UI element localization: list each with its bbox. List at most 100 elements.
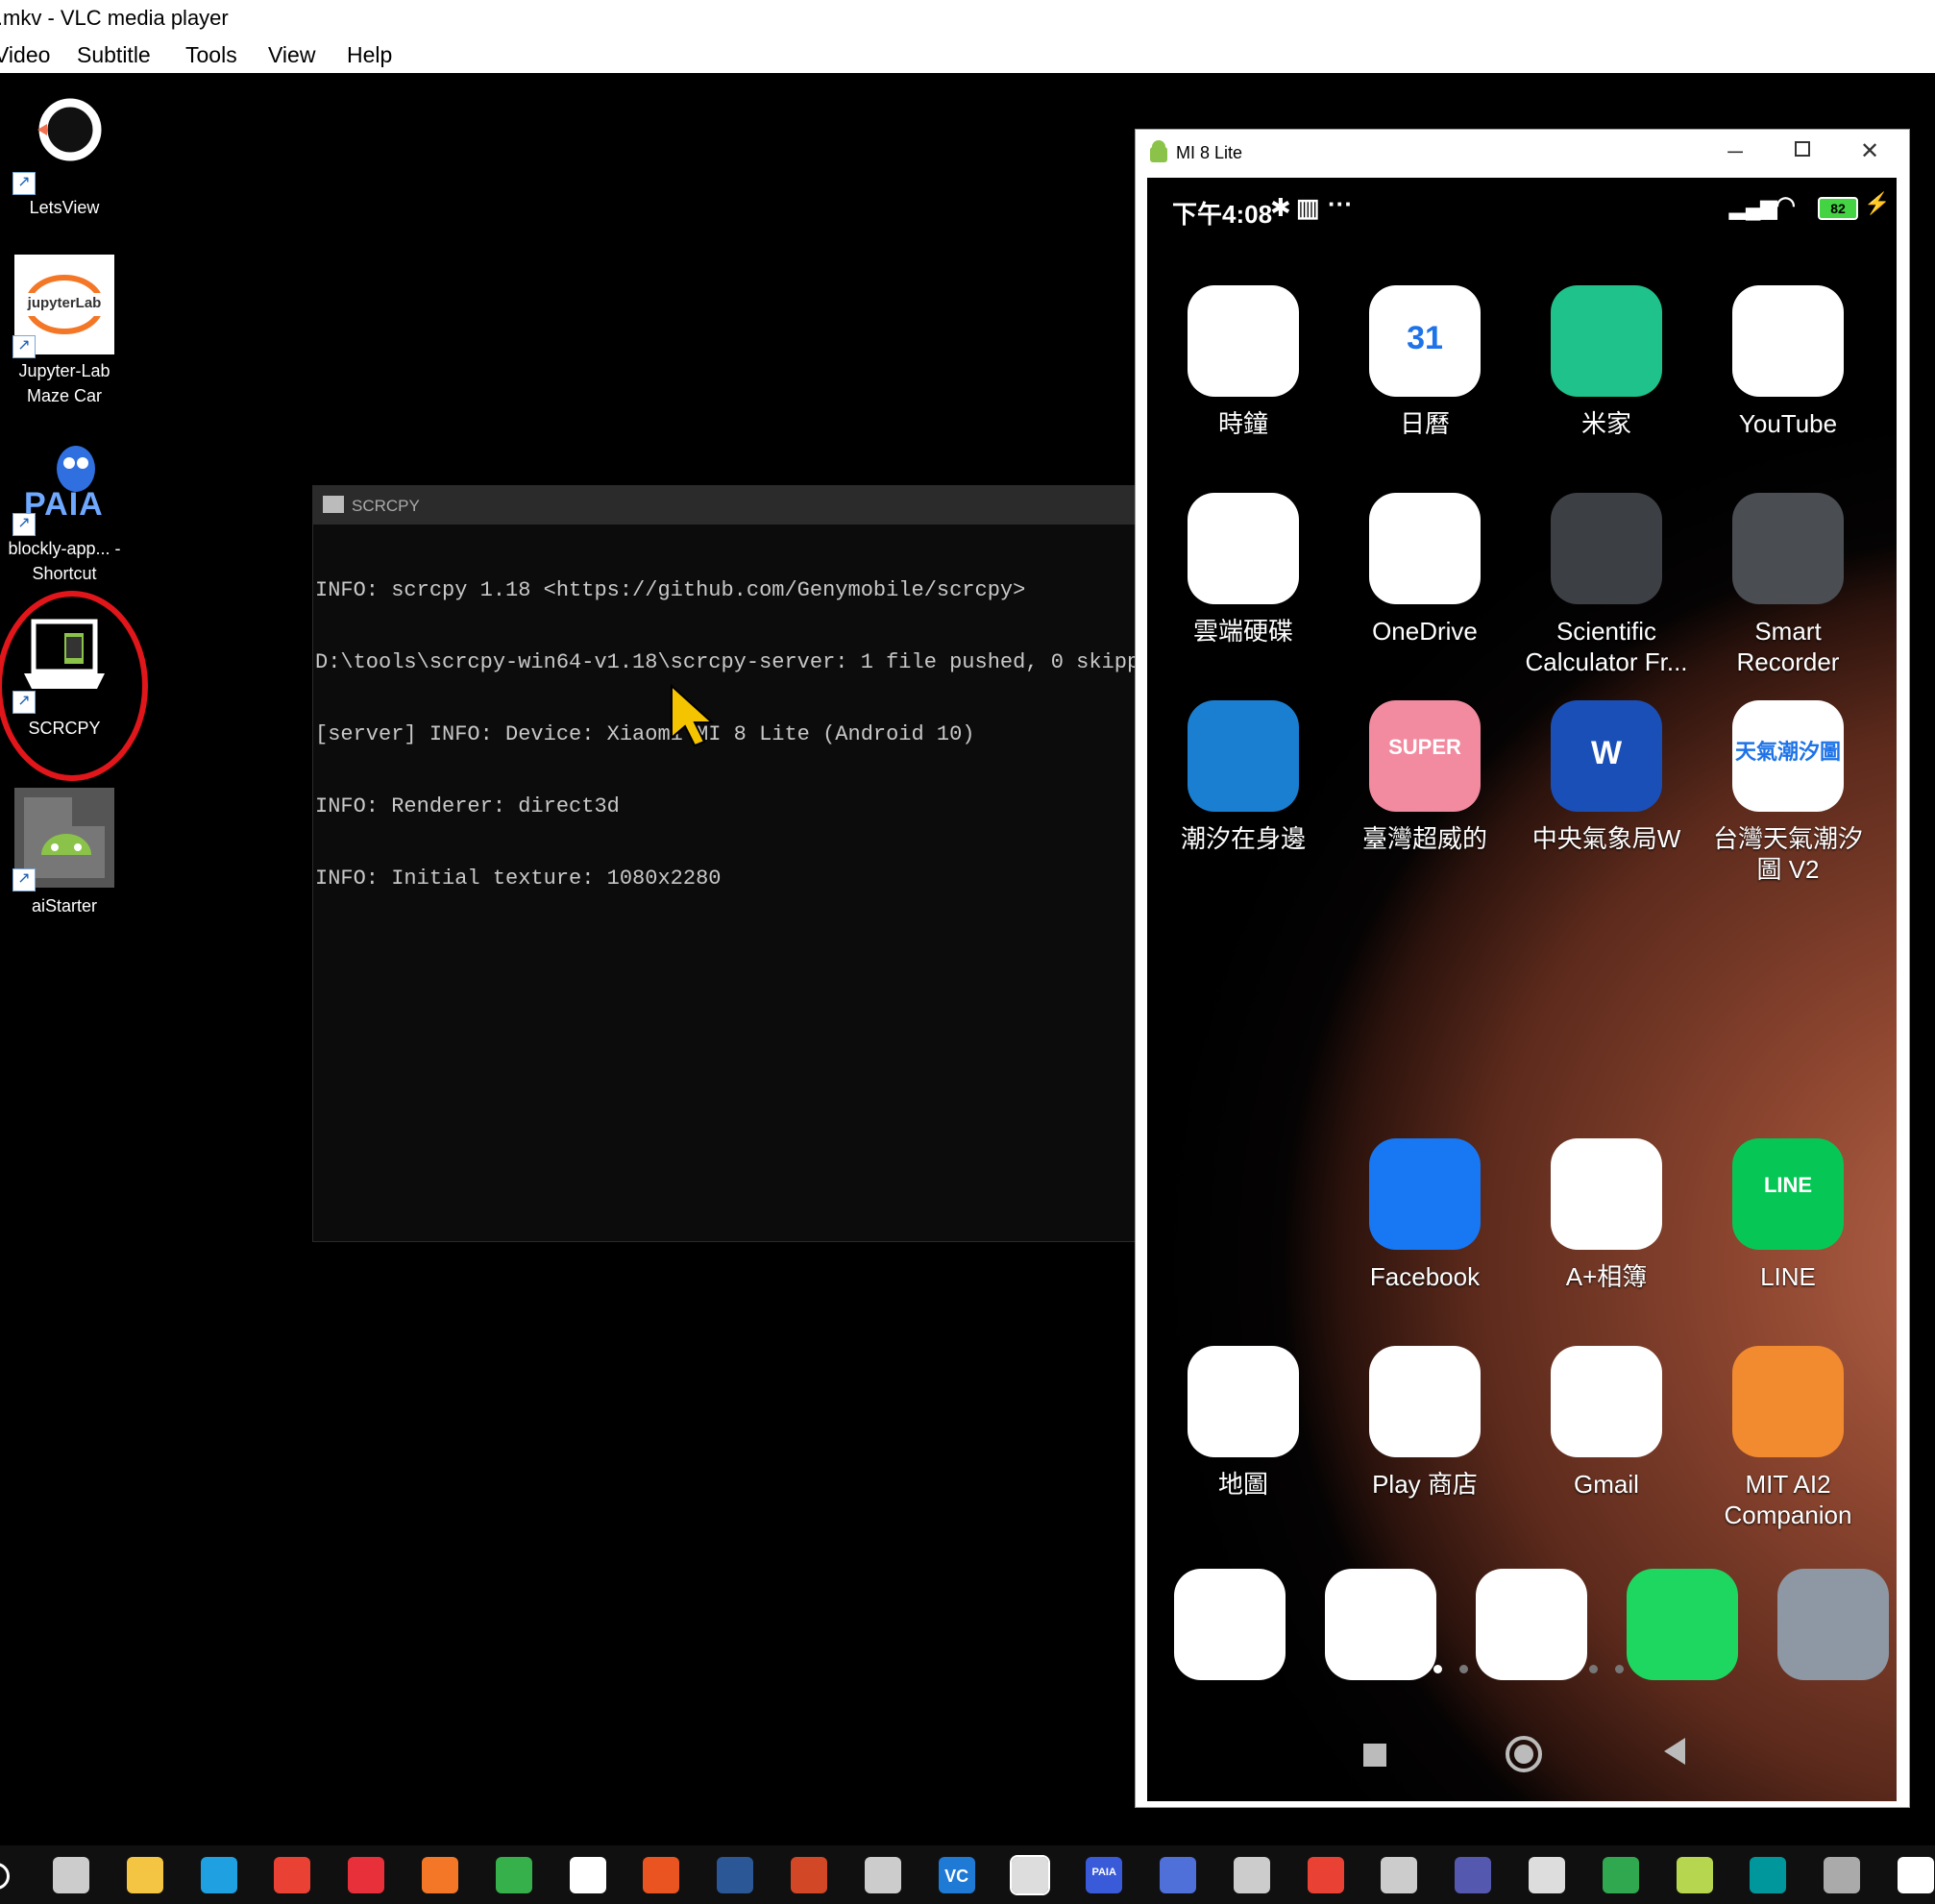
tide-icon	[1188, 700, 1299, 812]
teams-icon[interactable]	[1455, 1857, 1492, 1893]
inkscape-icon[interactable]	[864, 1857, 901, 1893]
app-gallery[interactable]: A+相簿	[1520, 1138, 1693, 1292]
mouse-cursor-icon	[671, 683, 715, 747]
task-view-icon[interactable]	[53, 1857, 89, 1893]
app-label: MIT AI2 Companion	[1724, 1470, 1852, 1529]
phone-window-title-bar[interactable]: MI 8 Lite ─ ✕	[1136, 130, 1909, 176]
app-tide[interactable]: 潮汐在身邊	[1157, 700, 1330, 854]
menu-tools[interactable]: Tools	[185, 42, 237, 68]
snipping-icon[interactable]	[1307, 1857, 1344, 1893]
desktop-icon-jupyterlab[interactable]: jupyterLab ↗ Jupyter-Lab Maze Car	[2, 255, 127, 408]
scrcpy-console-window[interactable]: SCRCPY INFO: scrcpy 1.18 <https://github…	[312, 485, 1178, 1242]
start-search-icon[interactable]	[0, 1863, 10, 1890]
app-cwb-weather[interactable]: W 中央氣象局W	[1520, 700, 1693, 854]
close-button[interactable]: ✕	[1850, 137, 1889, 164]
vlc-menu-bar: Video Subtitle Tools View Help	[0, 37, 1935, 73]
menu-subtitle[interactable]: Subtitle	[77, 42, 151, 68]
menu-video[interactable]: Video	[0, 42, 50, 68]
menu-help[interactable]: Help	[347, 42, 392, 68]
desktop-icon-label: blockly-app... - Shortcut	[8, 539, 121, 583]
trash-icon: ▥	[1296, 193, 1320, 222]
arduino-icon[interactable]	[1750, 1857, 1787, 1893]
app-recorder[interactable]: Smart Recorder	[1702, 493, 1874, 677]
recorder-icon	[1732, 493, 1844, 604]
screen-tool-icon[interactable]	[1233, 1857, 1270, 1893]
usb-icon[interactable]	[1824, 1857, 1861, 1893]
powerpoint-icon[interactable]	[791, 1857, 827, 1893]
recents-button[interactable]	[1363, 1744, 1386, 1767]
jupyter-icon[interactable]	[422, 1857, 458, 1893]
page-indicator-dot[interactable]	[1433, 1665, 1442, 1673]
app-label: 地圖	[1217, 1470, 1268, 1499]
app-clock[interactable]: 時鐘	[1157, 285, 1330, 439]
app-label: 臺灣超威的	[1361, 824, 1487, 853]
taskbar-icon-text: VC	[944, 1867, 969, 1886]
menu-view[interactable]: View	[268, 42, 315, 68]
app-mijia[interactable]: 米家	[1520, 285, 1693, 439]
phone-mirror-window[interactable]: MI 8 Lite ─ ✕ 下午4:08 ✱ ▥ ··· ▂▄▆ ◠ 82 ⚡ …	[1135, 129, 1910, 1808]
gmail-icon	[1551, 1346, 1662, 1457]
console-title-bar[interactable]: SCRCPY	[313, 486, 1136, 525]
minimize-button[interactable]: ─	[1716, 139, 1754, 166]
chrome-icon[interactable]	[274, 1857, 311, 1893]
desktop-icon-paia[interactable]: PAIA ↗ blockly-app... - Shortcut	[2, 432, 127, 586]
windows-taskbar: VC PAIA	[0, 1845, 1935, 1904]
page-indicator-dot[interactable]	[1459, 1665, 1468, 1673]
app-google-drive[interactable]: 雲端硬碟	[1157, 493, 1330, 647]
maximize-button[interactable]	[1783, 141, 1822, 168]
file-explorer-icon[interactable]	[126, 1857, 163, 1893]
obs-icon[interactable]	[1529, 1857, 1565, 1893]
page-indicator-dot[interactable]	[1615, 1665, 1624, 1673]
phone-icon[interactable]	[1627, 1569, 1738, 1680]
camera-icon[interactable]	[1325, 1569, 1436, 1680]
scrcpy-icon[interactable]	[1010, 1855, 1051, 1895]
app-icon-text: SUPER	[1388, 735, 1461, 759]
more-icon: ···	[1328, 189, 1353, 218]
app-icon-text: 天氣潮汐圖	[1734, 740, 1841, 764]
app-gmail[interactable]: Gmail	[1520, 1346, 1693, 1500]
app-facebook[interactable]: Facebook	[1338, 1138, 1511, 1292]
charging-icon: ⚡	[1864, 191, 1891, 215]
xmind-icon[interactable]	[348, 1857, 385, 1893]
battery-level: 82	[1830, 201, 1846, 216]
app-youtube[interactable]: YouTube	[1702, 285, 1874, 439]
settings-icon[interactable]	[1777, 1569, 1889, 1680]
app-ai2-companion[interactable]: MIT AI2 Companion	[1702, 1346, 1874, 1530]
intellij-icon[interactable]	[1898, 1857, 1934, 1893]
console-line: INFO: Initial texture: 1080x2280	[315, 867, 722, 891]
app-maps[interactable]: 地圖	[1157, 1346, 1330, 1500]
notepad-icon[interactable]	[1676, 1857, 1713, 1893]
app-label: 潮汐在身邊	[1180, 824, 1306, 853]
tetris-icon[interactable]	[1160, 1857, 1196, 1893]
paia-icon[interactable]: PAIA	[1086, 1857, 1123, 1893]
shortcut-arrow-icon: ↗	[12, 513, 36, 536]
app-play-store[interactable]: Play 商店	[1338, 1346, 1511, 1500]
page-indicator-dot[interactable]	[1589, 1665, 1598, 1673]
phone-screen[interactable]: 下午4:08 ✱ ▥ ··· ▂▄▆ ◠ 82 ⚡ 時鐘 31 日曆 米家 YouTub…	[1147, 178, 1897, 1801]
remote-icon[interactable]	[1381, 1857, 1418, 1893]
app-icon-text: 31	[1407, 320, 1443, 356]
app-super-weather[interactable]: SUPER 臺灣超威的	[1338, 700, 1511, 854]
messenger-icon[interactable]	[1174, 1569, 1286, 1680]
app-onedrive[interactable]: OneDrive	[1338, 493, 1511, 647]
chrome-icon[interactable]	[1476, 1569, 1587, 1680]
letsview-icon: ↗	[12, 91, 114, 195]
arduino-app-icon[interactable]	[569, 1857, 606, 1893]
vc-icon[interactable]: VC	[938, 1857, 975, 1893]
app-calendar[interactable]: 31 日曆	[1338, 285, 1511, 439]
sync-icon[interactable]	[495, 1857, 532, 1893]
desktop-icon-letsview[interactable]: ↗ LetsView	[2, 91, 127, 220]
camera-app-icon[interactable]	[1602, 1857, 1639, 1893]
app-tw-weather-tide[interactable]: 天氣潮汐圖 台灣天氣潮汐圖 V2	[1702, 700, 1874, 885]
app-line[interactable]: LINE LINE	[1702, 1138, 1874, 1292]
bluetooth-icon: ✱	[1270, 193, 1291, 222]
app-calculator[interactable]: Scientific Calculator Fr...	[1520, 493, 1693, 677]
back-button[interactable]	[1664, 1738, 1685, 1765]
edge-icon[interactable]	[200, 1857, 237, 1893]
word-icon[interactable]	[717, 1857, 754, 1893]
desktop-icon-aistarter[interactable]: ↗ aiStarter	[2, 788, 127, 918]
ubuntu-icon[interactable]	[643, 1857, 680, 1893]
shortcut-arrow-icon: ↗	[12, 868, 36, 891]
home-button[interactable]	[1506, 1736, 1542, 1772]
app-label: Scientific Calculator Fr...	[1525, 617, 1688, 676]
